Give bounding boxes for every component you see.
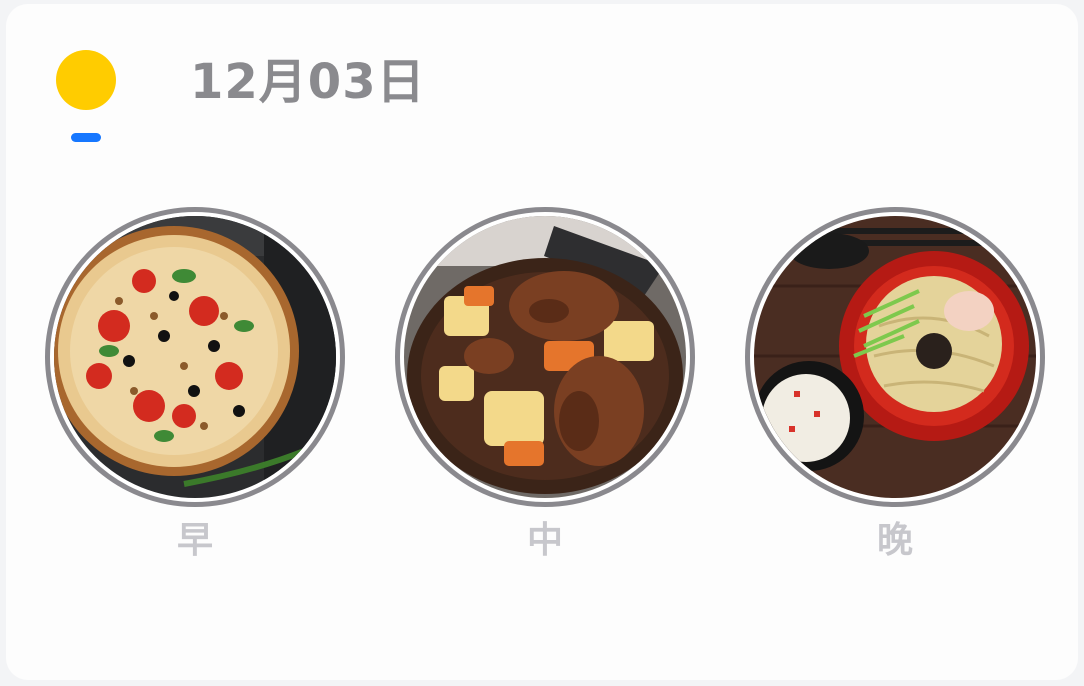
meal-lunch[interactable]: 中: [395, 207, 695, 567]
meal-label-breakfast: 早: [176, 520, 213, 561]
noodle-bowl-photo: [754, 216, 1036, 498]
meal-label-dinner: 晚: [876, 520, 913, 561]
meal-photo-frame[interactable]: [395, 207, 695, 507]
pizza-photo: [54, 216, 336, 498]
braised-chicken-potato-photo: [404, 216, 686, 498]
date-title: 12月03日: [190, 54, 426, 110]
sun-icon: [56, 50, 116, 110]
meal-label-lunch: 中: [526, 520, 563, 561]
meal-dinner[interactable]: 晚: [745, 207, 1045, 567]
selection-indicator: [71, 133, 101, 142]
meal-photo-frame[interactable]: [745, 207, 1045, 507]
meal-breakfast[interactable]: 早: [45, 207, 345, 567]
meal-photo-frame[interactable]: [45, 207, 345, 507]
